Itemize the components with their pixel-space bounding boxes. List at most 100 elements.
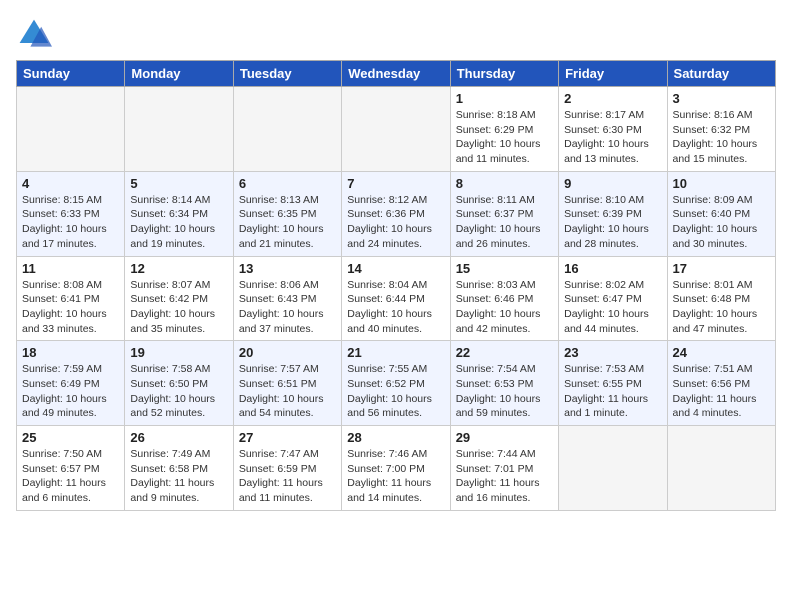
day-info: Sunrise: 8:11 AM Sunset: 6:37 PM Dayligh…: [456, 193, 553, 252]
day-info: Sunrise: 8:03 AM Sunset: 6:46 PM Dayligh…: [456, 278, 553, 337]
calendar-cell: 2 Sunrise: 8:17 AM Sunset: 6:30 PM Daylig…: [559, 87, 667, 172]
day-info: Sunrise: 7:54 AM Sunset: 6:53 PM Dayligh…: [456, 362, 553, 421]
calendar-cell: 17 Sunrise: 8:01 AM Sunset: 6:48 PM Dayli…: [667, 256, 775, 341]
day-number: 19: [130, 345, 227, 360]
weekday-header-wednesday: Wednesday: [342, 61, 450, 87]
day-info: Sunrise: 7:47 AM Sunset: 6:59 PM Dayligh…: [239, 447, 336, 506]
calendar-cell: [667, 426, 775, 511]
calendar-cell: 11Sunrise: 8:08 AM Sunset: 6:41 PM Dayli…: [17, 256, 125, 341]
weekday-header-row: SundayMondayTuesdayWednesdayThursdayFrid…: [17, 61, 776, 87]
day-info: Sunrise: 8:14 AM Sunset: 6:34 PM Dayligh…: [130, 193, 227, 252]
calendar-cell: 28 Sunrise: 7:46 AM Sunset: 7:00 PM Dayli…: [342, 426, 450, 511]
day-number: 8: [456, 176, 553, 191]
calendar-cell: 24 Sunrise: 7:51 AM Sunset: 6:56 PM Dayli…: [667, 341, 775, 426]
calendar-cell: 20 Sunrise: 7:57 AM Sunset: 6:51 PM Dayli…: [233, 341, 341, 426]
weekday-header-friday: Friday: [559, 61, 667, 87]
calendar-cell: 29 Sunrise: 7:44 AM Sunset: 7:01 PM Dayli…: [450, 426, 558, 511]
day-number: 20: [239, 345, 336, 360]
logo: [16, 16, 56, 52]
day-number: 25: [22, 430, 119, 445]
calendar-cell: 21 Sunrise: 7:55 AM Sunset: 6:52 PM Dayli…: [342, 341, 450, 426]
day-info: Sunrise: 7:55 AM Sunset: 6:52 PM Dayligh…: [347, 362, 444, 421]
day-info: Sunrise: 8:06 AM Sunset: 6:43 PM Dayligh…: [239, 278, 336, 337]
day-info: Sunrise: 8:04 AM Sunset: 6:44 PM Dayligh…: [347, 278, 444, 337]
calendar-cell: 23 Sunrise: 7:53 AM Sunset: 6:55 PM Dayli…: [559, 341, 667, 426]
week-row-3: 11Sunrise: 8:08 AM Sunset: 6:41 PM Dayli…: [17, 256, 776, 341]
calendar-cell: 10 Sunrise: 8:09 AM Sunset: 6:40 PM Dayli…: [667, 171, 775, 256]
calendar-cell: 9Sunrise: 8:10 AM Sunset: 6:39 PM Daylig…: [559, 171, 667, 256]
day-info: Sunrise: 8:16 AM Sunset: 6:32 PM Dayligh…: [673, 108, 770, 167]
week-row-1: 1 Sunrise: 8:18 AM Sunset: 6:29 PM Daylig…: [17, 87, 776, 172]
day-number: 23: [564, 345, 661, 360]
day-number: 6: [239, 176, 336, 191]
day-info: Sunrise: 7:51 AM Sunset: 6:56 PM Dayligh…: [673, 362, 770, 421]
calendar-cell: 3 Sunrise: 8:16 AM Sunset: 6:32 PM Daylig…: [667, 87, 775, 172]
calendar-cell: [125, 87, 233, 172]
day-number: 13: [239, 261, 336, 276]
week-row-2: 4 Sunrise: 8:15 AM Sunset: 6:33 PM Daylig…: [17, 171, 776, 256]
day-number: 14: [347, 261, 444, 276]
day-number: 12: [130, 261, 227, 276]
weekday-header-saturday: Saturday: [667, 61, 775, 87]
calendar-cell: 22 Sunrise: 7:54 AM Sunset: 6:53 PM Dayli…: [450, 341, 558, 426]
day-info: Sunrise: 8:18 AM Sunset: 6:29 PM Dayligh…: [456, 108, 553, 167]
calendar-cell: 15 Sunrise: 8:03 AM Sunset: 6:46 PM Dayli…: [450, 256, 558, 341]
calendar-cell: 26Sunrise: 7:49 AM Sunset: 6:58 PM Dayli…: [125, 426, 233, 511]
calendar-cell: 5 Sunrise: 8:14 AM Sunset: 6:34 PM Daylig…: [125, 171, 233, 256]
weekday-header-sunday: Sunday: [17, 61, 125, 87]
day-number: 26: [130, 430, 227, 445]
day-number: 1: [456, 91, 553, 106]
week-row-4: 18 Sunrise: 7:59 AM Sunset: 6:49 PM Dayli…: [17, 341, 776, 426]
calendar-cell: 6 Sunrise: 8:13 AM Sunset: 6:35 PM Daylig…: [233, 171, 341, 256]
day-info: Sunrise: 7:53 AM Sunset: 6:55 PM Dayligh…: [564, 362, 661, 421]
header: [16, 16, 776, 52]
day-number: 29: [456, 430, 553, 445]
day-number: 15: [456, 261, 553, 276]
day-number: 10: [673, 176, 770, 191]
day-number: 22: [456, 345, 553, 360]
day-number: 5: [130, 176, 227, 191]
calendar-cell: 12 Sunrise: 8:07 AM Sunset: 6:42 PM Dayli…: [125, 256, 233, 341]
day-info: Sunrise: 7:57 AM Sunset: 6:51 PM Dayligh…: [239, 362, 336, 421]
day-number: 11: [22, 261, 119, 276]
calendar-cell: 8 Sunrise: 8:11 AM Sunset: 6:37 PM Daylig…: [450, 171, 558, 256]
day-info: Sunrise: 8:17 AM Sunset: 6:30 PM Dayligh…: [564, 108, 661, 167]
day-info: Sunrise: 8:13 AM Sunset: 6:35 PM Dayligh…: [239, 193, 336, 252]
calendar-cell: 7Sunrise: 8:12 AM Sunset: 6:36 PM Daylig…: [342, 171, 450, 256]
calendar-cell: [233, 87, 341, 172]
calendar-cell: 27Sunrise: 7:47 AM Sunset: 6:59 PM Dayli…: [233, 426, 341, 511]
day-number: 28: [347, 430, 444, 445]
day-number: 24: [673, 345, 770, 360]
calendar-cell: 1 Sunrise: 8:18 AM Sunset: 6:29 PM Daylig…: [450, 87, 558, 172]
calendar-cell: 18 Sunrise: 7:59 AM Sunset: 6:49 PM Dayli…: [17, 341, 125, 426]
week-row-5: 25 Sunrise: 7:50 AM Sunset: 6:57 PM Dayli…: [17, 426, 776, 511]
day-info: Sunrise: 7:44 AM Sunset: 7:01 PM Dayligh…: [456, 447, 553, 506]
day-info: Sunrise: 7:50 AM Sunset: 6:57 PM Dayligh…: [22, 447, 119, 506]
day-number: 17: [673, 261, 770, 276]
day-number: 2: [564, 91, 661, 106]
weekday-header-monday: Monday: [125, 61, 233, 87]
calendar-cell: 19 Sunrise: 7:58 AM Sunset: 6:50 PM Dayli…: [125, 341, 233, 426]
day-number: 9: [564, 176, 661, 191]
calendar-cell: 14 Sunrise: 8:04 AM Sunset: 6:44 PM Dayli…: [342, 256, 450, 341]
day-number: 18: [22, 345, 119, 360]
calendar-cell: [342, 87, 450, 172]
day-info: Sunrise: 7:46 AM Sunset: 7:00 PM Dayligh…: [347, 447, 444, 506]
calendar-cell: 25 Sunrise: 7:50 AM Sunset: 6:57 PM Dayli…: [17, 426, 125, 511]
day-info: Sunrise: 8:02 AM Sunset: 6:47 PM Dayligh…: [564, 278, 661, 337]
logo-icon: [16, 16, 52, 52]
weekday-header-thursday: Thursday: [450, 61, 558, 87]
day-info: Sunrise: 7:58 AM Sunset: 6:50 PM Dayligh…: [130, 362, 227, 421]
day-info: Sunrise: 8:07 AM Sunset: 6:42 PM Dayligh…: [130, 278, 227, 337]
calendar-cell: [559, 426, 667, 511]
calendar-cell: 13 Sunrise: 8:06 AM Sunset: 6:43 PM Dayli…: [233, 256, 341, 341]
day-number: 16: [564, 261, 661, 276]
day-number: 3: [673, 91, 770, 106]
day-info: Sunrise: 8:12 AM Sunset: 6:36 PM Dayligh…: [347, 193, 444, 252]
day-info: Sunrise: 7:59 AM Sunset: 6:49 PM Dayligh…: [22, 362, 119, 421]
day-number: 4: [22, 176, 119, 191]
day-info: Sunrise: 8:01 AM Sunset: 6:48 PM Dayligh…: [673, 278, 770, 337]
day-info: Sunrise: 8:15 AM Sunset: 6:33 PM Dayligh…: [22, 193, 119, 252]
day-number: 21: [347, 345, 444, 360]
day-info: Sunrise: 8:09 AM Sunset: 6:40 PM Dayligh…: [673, 193, 770, 252]
